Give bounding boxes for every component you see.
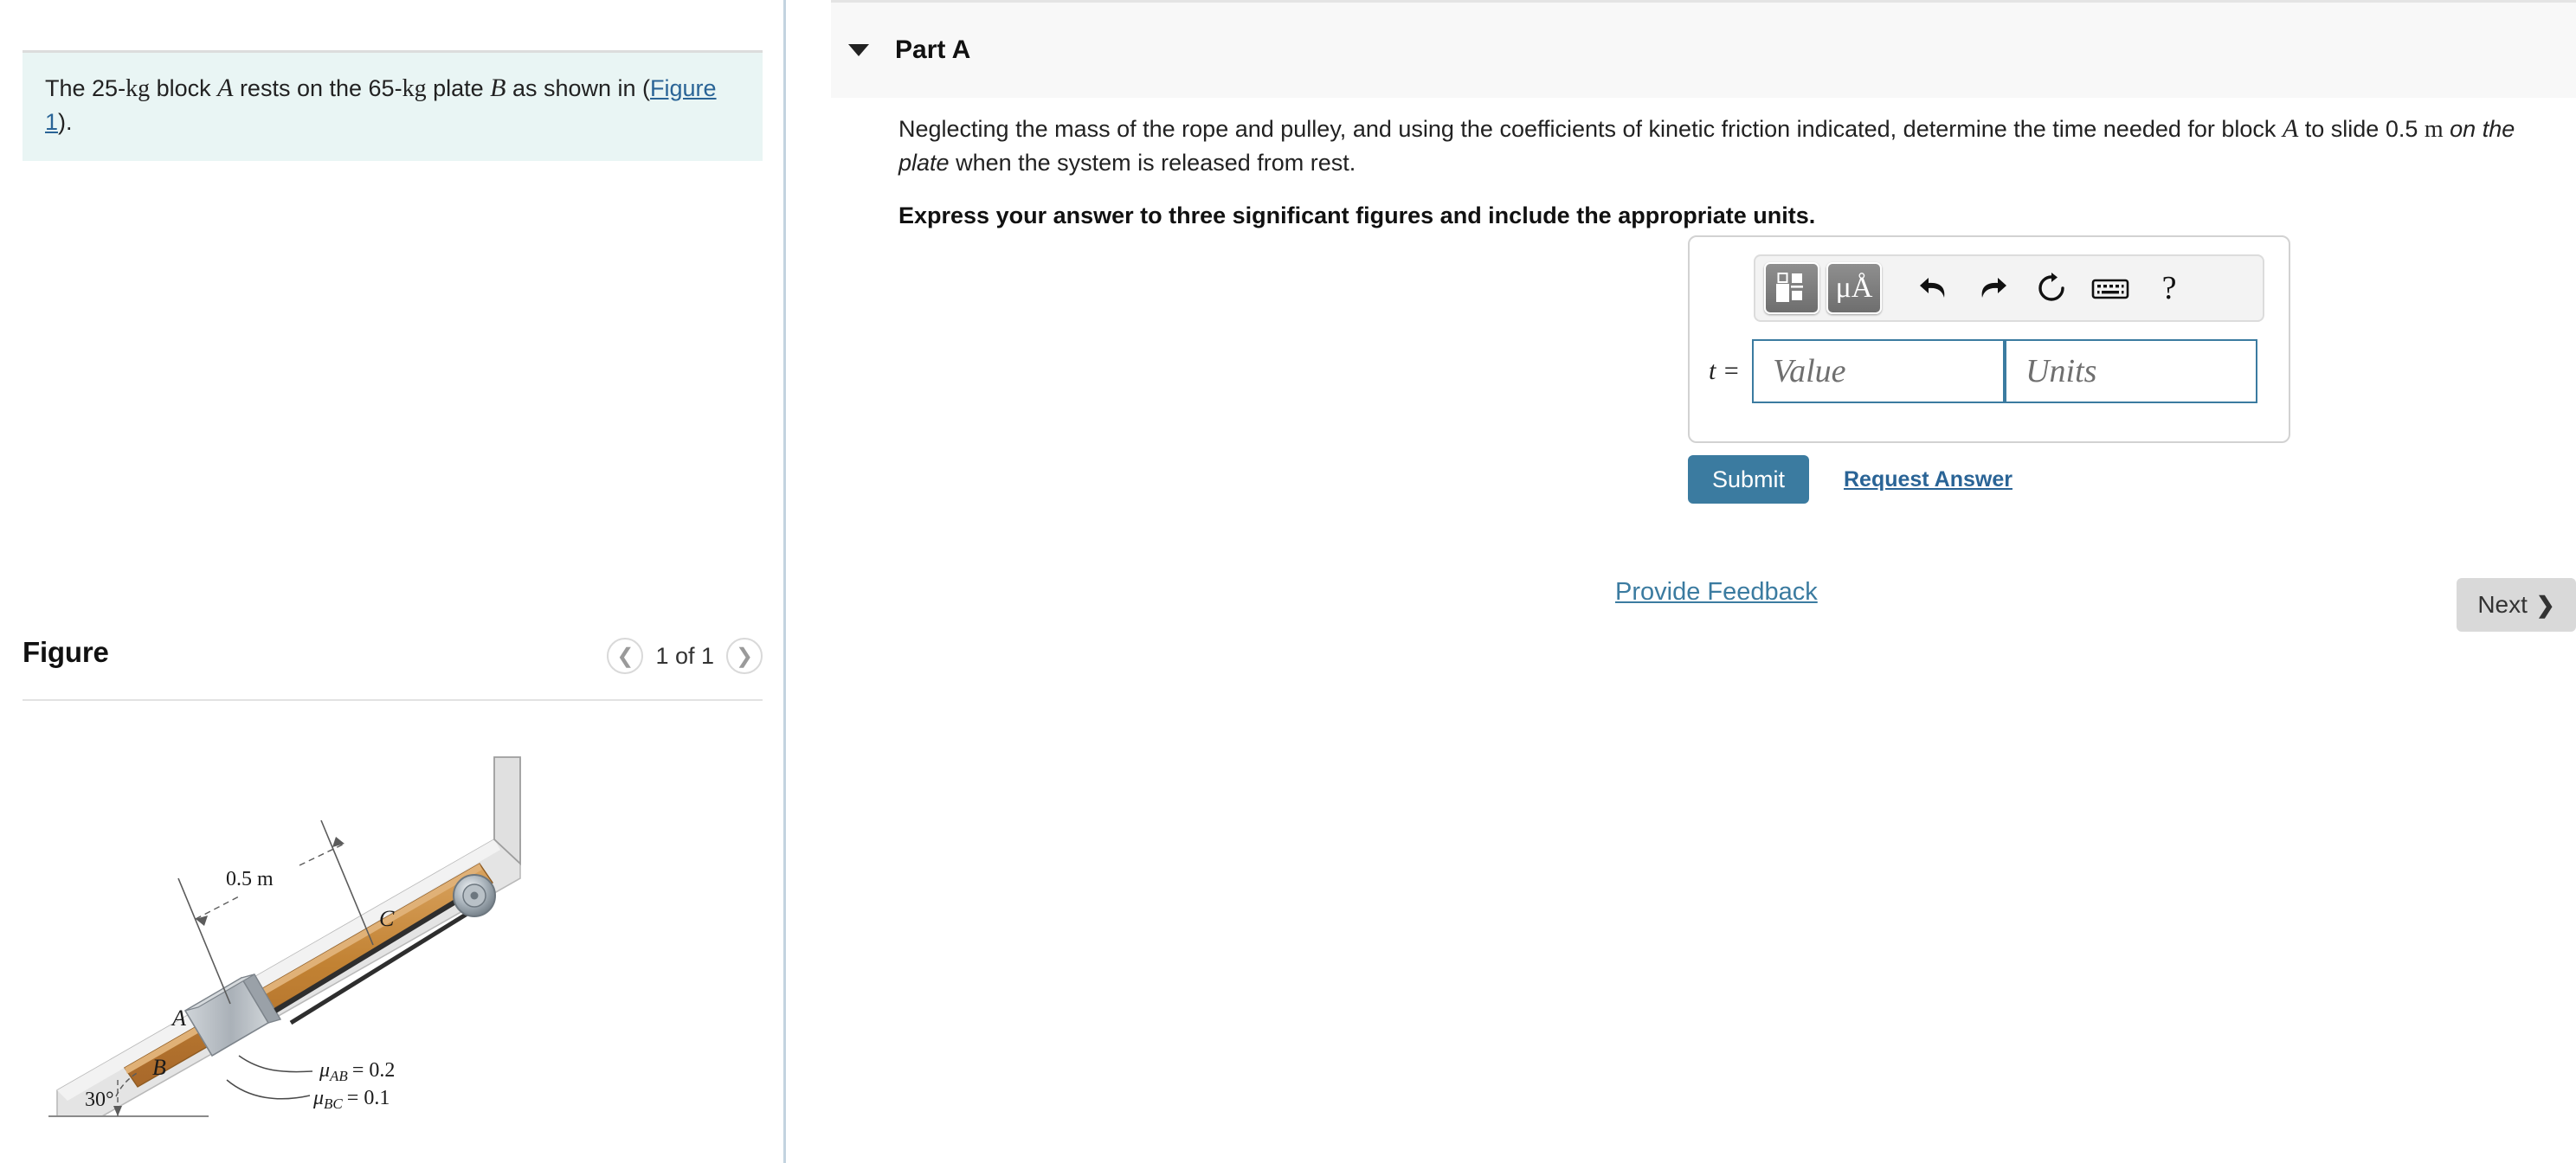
problem-statement-text: The 25-kg block A rests on the 65-kg pla…	[45, 70, 740, 138]
dimension-arrow-left	[195, 895, 242, 920]
dimension-label-05m: 0.5 m	[226, 868, 274, 890]
next-button-label: Next	[2477, 591, 2528, 618]
problem-mass-a: 25-	[92, 75, 126, 101]
label-b: B	[152, 1055, 166, 1080]
redo-icon[interactable]	[1967, 262, 2019, 314]
question-line-1b: to slide 0.5	[2298, 116, 2425, 142]
mu-bc-value: = 0.1	[347, 1087, 390, 1109]
mu-ab-symbol: μ	[319, 1059, 330, 1082]
mu-bc-symbol: μ	[312, 1087, 324, 1109]
incline-top-face	[57, 839, 500, 1101]
micro-angstrom-units-icon[interactable]: μÅ	[1826, 262, 1882, 314]
question-block: Neglecting the mass of the rope and pull…	[898, 111, 2559, 229]
problem-mass-b: 65-	[368, 75, 402, 101]
answer-entry-panel: μÅ ? t = Value Units	[1688, 235, 2290, 443]
reset-icon[interactable]	[2025, 262, 2077, 314]
dimension-line-left	[177, 877, 231, 1005]
dimension-arrow-right	[299, 843, 345, 866]
friction-bc-label: μBC = 0.1	[312, 1087, 390, 1112]
problem-mid-1: block	[150, 75, 218, 101]
incline-pulley-diagram-svg: 0.5 m A B C μAB = 0.2 μBC = 0.1 30°	[48, 756, 521, 1117]
keyboard-glyph	[2091, 279, 2129, 299]
math-template-icon[interactable]	[1764, 262, 1819, 314]
problem-suffix: as shown in (	[506, 75, 651, 101]
figure-header: Figure ❮ 1 of 1 ❯	[23, 636, 763, 690]
question-line-2: when the system is released from rest.	[956, 150, 1356, 176]
problem-end: ).	[58, 108, 73, 135]
undo-icon[interactable]	[1908, 262, 1960, 314]
problem-mid-3: plate	[426, 75, 491, 101]
figure-divider	[23, 699, 763, 701]
reset-glyph	[2038, 273, 2064, 301]
figure-count-label: 1 of 1	[655, 642, 714, 669]
question-block-label: A	[2282, 114, 2299, 143]
next-button[interactable]: Next ❯	[2457, 578, 2576, 632]
value-input[interactable]: Value	[1752, 339, 2006, 403]
part-a-header[interactable]: Part A	[831, 0, 2576, 98]
units-placeholder: Units	[2025, 353, 2097, 389]
submit-button[interactable]: Submit	[1688, 455, 1809, 504]
leader-line-mu-ab	[238, 1055, 313, 1073]
figure-diagram[interactable]: 0.5 m A B C μAB = 0.2 μBC = 0.1 30°	[23, 718, 763, 1151]
answer-entry-row: t = Value Units	[1705, 339, 2258, 403]
problem-prefix: The	[45, 75, 93, 101]
units-input[interactable]: Units	[2005, 339, 2258, 403]
mu-bc-subscript: BC	[324, 1096, 343, 1112]
problem-label-a: A	[217, 74, 234, 102]
request-answer-link[interactable]: Request Answer	[1844, 467, 2012, 492]
submit-row: Submit Request Answer	[1688, 455, 2012, 504]
help-question-mark: ?	[2161, 270, 2177, 306]
part-a-title: Part A	[895, 35, 971, 64]
caret-down-icon[interactable]	[848, 44, 869, 56]
redo-glyph	[1981, 278, 2006, 298]
provide-feedback-link[interactable]: Provide Feedback	[1615, 578, 1818, 607]
page-root: The 25-kg block A rests on the 65-kg pla…	[0, 0, 2576, 1163]
micro-angstrom-label: μÅ	[1835, 272, 1873, 304]
help-icon[interactable]: ?	[2143, 262, 2195, 314]
answer-instruction: Express your answer to three significant…	[898, 202, 1816, 228]
math-template-glyph	[1776, 273, 1803, 302]
angle-label-30: 30°	[85, 1089, 114, 1111]
problem-label-b: B	[490, 74, 506, 102]
mu-ab-value: = 0.2	[352, 1059, 396, 1082]
pulley-wheel	[453, 874, 496, 917]
problem-statement-box: The 25-kg block A rests on the 65-kg pla…	[23, 50, 763, 161]
mu-ab-subscript: AB	[329, 1068, 348, 1084]
left-column: The 25-kg block A rests on the 65-kg pla…	[0, 0, 783, 1163]
right-column: Part A Neglecting the mass of the rope a…	[786, 0, 2576, 1163]
problem-unit-kg-1: kg	[126, 75, 151, 102]
label-a: A	[171, 1006, 186, 1031]
answer-toolbar: μÅ ?	[1754, 254, 2264, 322]
keyboard-icon[interactable]	[2084, 262, 2136, 314]
chevron-left-icon[interactable]: ❮	[607, 638, 644, 674]
figure-pager: ❮ 1 of 1 ❯	[607, 638, 763, 674]
problem-unit-kg-2: kg	[402, 75, 427, 102]
problem-mid-2: rests on the	[233, 75, 369, 101]
chevron-right-icon: ❯	[2535, 591, 2555, 618]
question-line-1a: Neglecting the mass of the rope and pull…	[898, 116, 2283, 142]
leader-line-mu-bc	[226, 1079, 311, 1100]
question-prompt: Neglecting the mass of the rope and pull…	[898, 111, 2534, 180]
friction-ab-label: μAB = 0.2	[319, 1059, 395, 1084]
undo-glyph	[1920, 278, 1945, 298]
variable-label: t =	[1709, 357, 1741, 385]
label-c: C	[379, 906, 395, 931]
chevron-right-icon[interactable]: ❯	[726, 638, 763, 674]
value-placeholder: Value	[1773, 353, 1846, 389]
plate-b-shape	[123, 863, 494, 1088]
question-unit-m: m	[2424, 116, 2444, 143]
figure-section-title: Figure	[23, 636, 109, 668]
